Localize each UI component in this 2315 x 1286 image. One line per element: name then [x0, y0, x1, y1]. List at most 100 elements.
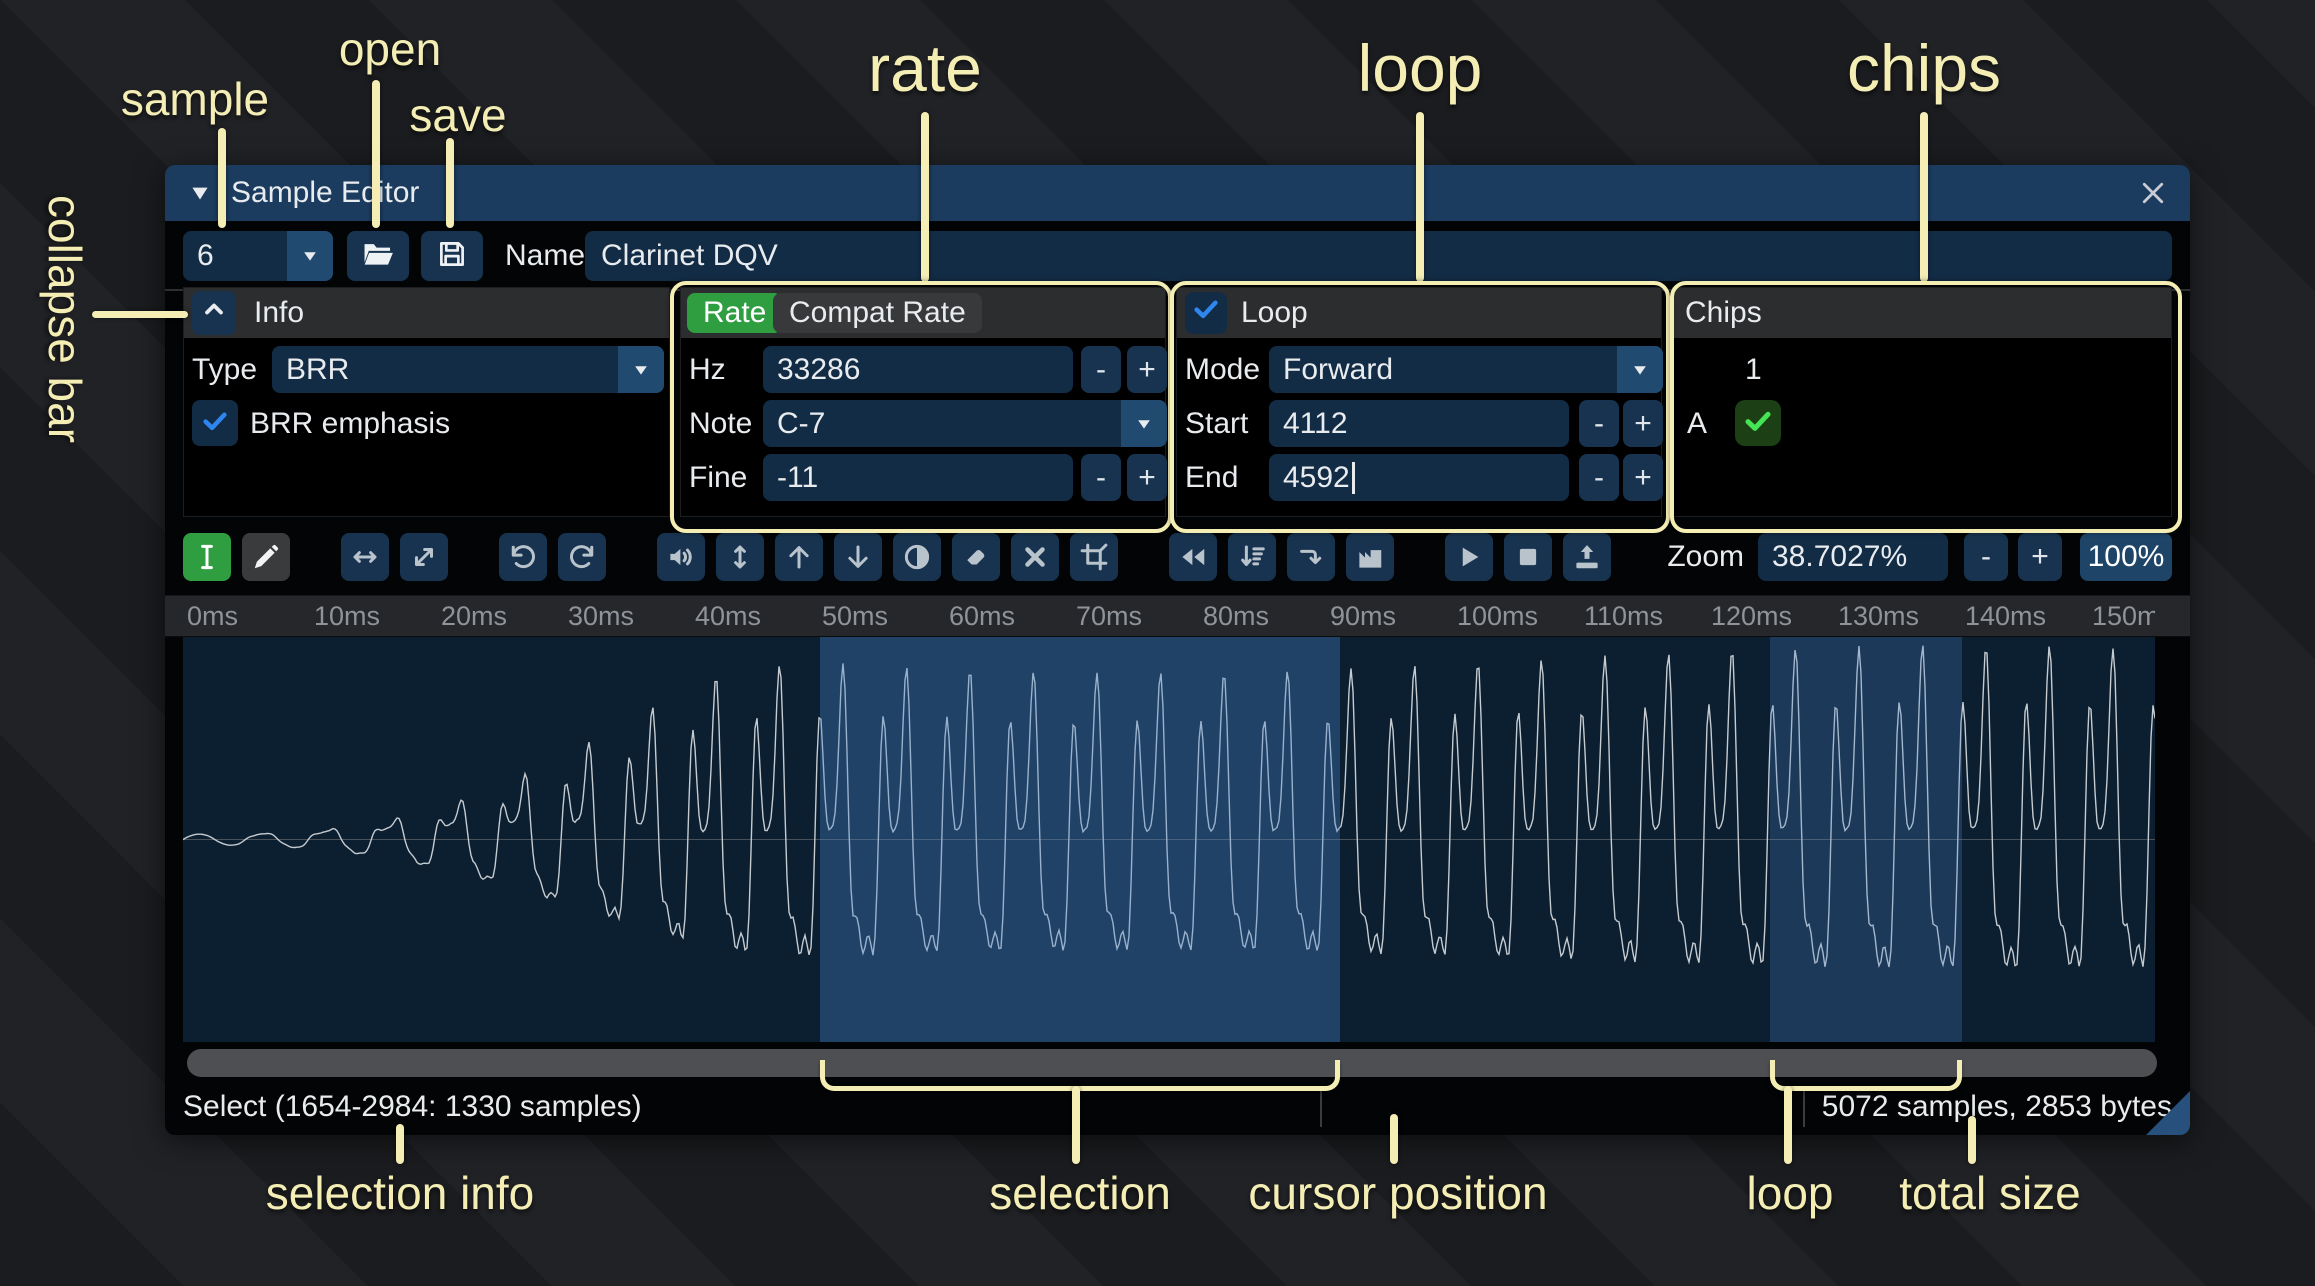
chevron-down-icon[interactable]: [1617, 346, 1663, 393]
type-value: BRR: [286, 352, 350, 386]
toolbar: Zoom 38.7027% - + 100%: [183, 533, 2172, 581]
resize-grip[interactable]: [2146, 1091, 2190, 1135]
x-mark-icon: [1020, 542, 1050, 572]
ruler-label: 60ms: [949, 601, 1016, 631]
fade-out-button[interactable]: [834, 533, 882, 581]
loop-panel-header: Loop: [1177, 288, 1661, 338]
normalize-button[interactable]: [716, 533, 764, 581]
ruler-label: 140ms: [1965, 601, 2047, 631]
resize-button[interactable]: [341, 533, 389, 581]
titlebar[interactable]: Sample Editor: [165, 165, 2190, 221]
annotation-line: [1072, 1086, 1080, 1164]
name-input[interactable]: Clarinet DQV: [585, 231, 2172, 281]
text-caret: [1351, 461, 1355, 494]
status-divider: [1320, 1087, 1322, 1127]
open-sample-button[interactable]: [347, 231, 409, 281]
undo-button[interactable]: [499, 533, 547, 581]
signed-unsigned-button[interactable]: [952, 533, 1000, 581]
loop-region[interactable]: [1770, 637, 1962, 1042]
annotation-open: open: [338, 23, 442, 75]
annotation-cursor-position: cursor position: [1248, 1167, 1548, 1219]
annotation-loop-bottom: loop: [1746, 1167, 1834, 1219]
hz-minus-button[interactable]: -: [1081, 346, 1121, 393]
selection-info-text: Select (1654-2984: 1330 samples): [183, 1090, 642, 1123]
chips-panel: Chips 1 A: [1672, 287, 2172, 517]
rewind-icon: [1178, 542, 1208, 572]
brr-emphasis-label: BRR emphasis: [250, 406, 451, 440]
annotation-line: [1416, 112, 1424, 282]
loop-start-input[interactable]: 4112: [1269, 400, 1569, 447]
wavetable-icon: [1355, 542, 1385, 572]
crop-icon: [1079, 542, 1109, 572]
zoom-input[interactable]: 38.7027%: [1758, 533, 1948, 581]
stop-icon: [1513, 542, 1543, 572]
loop-start-plus-button[interactable]: +: [1623, 400, 1663, 447]
chip-enable-checkbox[interactable]: [1735, 400, 1781, 446]
zoom-label: Zoom: [1667, 540, 1744, 573]
create-wavetable-button[interactable]: [1346, 533, 1394, 581]
preview-button[interactable]: [1445, 533, 1493, 581]
annotation-line: [446, 138, 454, 228]
close-icon[interactable]: [2138, 178, 2168, 208]
insert-silence-button[interactable]: [1287, 533, 1335, 581]
contrast-icon: [902, 542, 932, 572]
annotation-line: [92, 311, 188, 318]
loop-bracket: [1770, 1060, 1962, 1091]
folder-open-icon: [361, 237, 395, 276]
fine-input[interactable]: -11: [763, 454, 1073, 501]
resample-button[interactable]: [400, 533, 448, 581]
chevron-down-icon[interactable]: [287, 231, 333, 281]
fade-in-button[interactable]: [775, 533, 823, 581]
fine-label: Fine: [689, 460, 748, 494]
filter-button[interactable]: [1228, 533, 1276, 581]
sample-selector[interactable]: 6: [183, 231, 333, 281]
apply-silence-button[interactable]: [1011, 533, 1059, 581]
ruler-label: 100ms: [1457, 601, 1539, 631]
trim-button[interactable]: [1070, 533, 1118, 581]
fine-plus-button[interactable]: +: [1127, 454, 1167, 501]
zoom-plus-button[interactable]: +: [2018, 533, 2062, 581]
time-ruler: 0ms 10ms 20ms 30ms 40ms 50ms 60ms 70ms 80ms 90ms 1…: [165, 595, 2190, 637]
amplify-button[interactable]: [657, 533, 705, 581]
annotation-collapse-bar: collapse bar: [39, 195, 91, 444]
arrows-horizontal-icon: [350, 542, 380, 572]
zoom-reset-button[interactable]: 100%: [2080, 533, 2172, 581]
redo-button[interactable]: [558, 533, 606, 581]
loop-end-plus-button[interactable]: +: [1623, 454, 1663, 501]
chevron-down-icon[interactable]: [618, 346, 664, 393]
zoom-minus-button[interactable]: -: [1964, 533, 2008, 581]
invert-button[interactable]: [893, 533, 941, 581]
select-tool-button[interactable]: [183, 533, 231, 581]
hz-plus-button[interactable]: +: [1127, 346, 1167, 393]
chevron-down-icon[interactable]: [1121, 400, 1167, 447]
reverse-button[interactable]: [1169, 533, 1217, 581]
upload-sample-button[interactable]: [1563, 533, 1611, 581]
hz-input[interactable]: 33286: [763, 346, 1073, 393]
sort-descending-icon: [1237, 542, 1267, 572]
window-collapse-triangle-icon[interactable]: [187, 180, 213, 206]
stop-preview-button[interactable]: [1504, 533, 1552, 581]
chip-column-header: 1: [1745, 352, 1762, 386]
save-sample-button[interactable]: [421, 231, 483, 281]
draw-tool-button[interactable]: [242, 533, 290, 581]
loop-start-minus-button[interactable]: -: [1579, 400, 1619, 447]
loop-end-input[interactable]: 4592: [1269, 454, 1569, 501]
brr-emphasis-checkbox[interactable]: [192, 400, 238, 446]
chips-panel-title: Chips: [1685, 296, 1762, 329]
ruler-label: 90ms: [1330, 601, 1397, 631]
fine-minus-button[interactable]: -: [1081, 454, 1121, 501]
loop-checkbox[interactable]: [1185, 292, 1227, 334]
loop-mode-combo[interactable]: Forward: [1269, 346, 1663, 393]
check-icon: [200, 406, 230, 441]
selection-region[interactable]: [820, 637, 1340, 1042]
note-combo[interactable]: C-7: [763, 400, 1167, 447]
check-icon: [1191, 294, 1221, 332]
tab-rate[interactable]: Rate: [687, 293, 783, 333]
loop-end-minus-button[interactable]: -: [1579, 454, 1619, 501]
waveform-view[interactable]: [183, 637, 2155, 1042]
loop-mode-value: Forward: [1283, 352, 1394, 386]
arrows-diagonal-icon: [409, 542, 439, 572]
type-combo[interactable]: BRR: [272, 346, 664, 393]
collapse-bar-button[interactable]: [192, 291, 236, 335]
tab-compat-rate[interactable]: Compat Rate: [773, 293, 982, 333]
